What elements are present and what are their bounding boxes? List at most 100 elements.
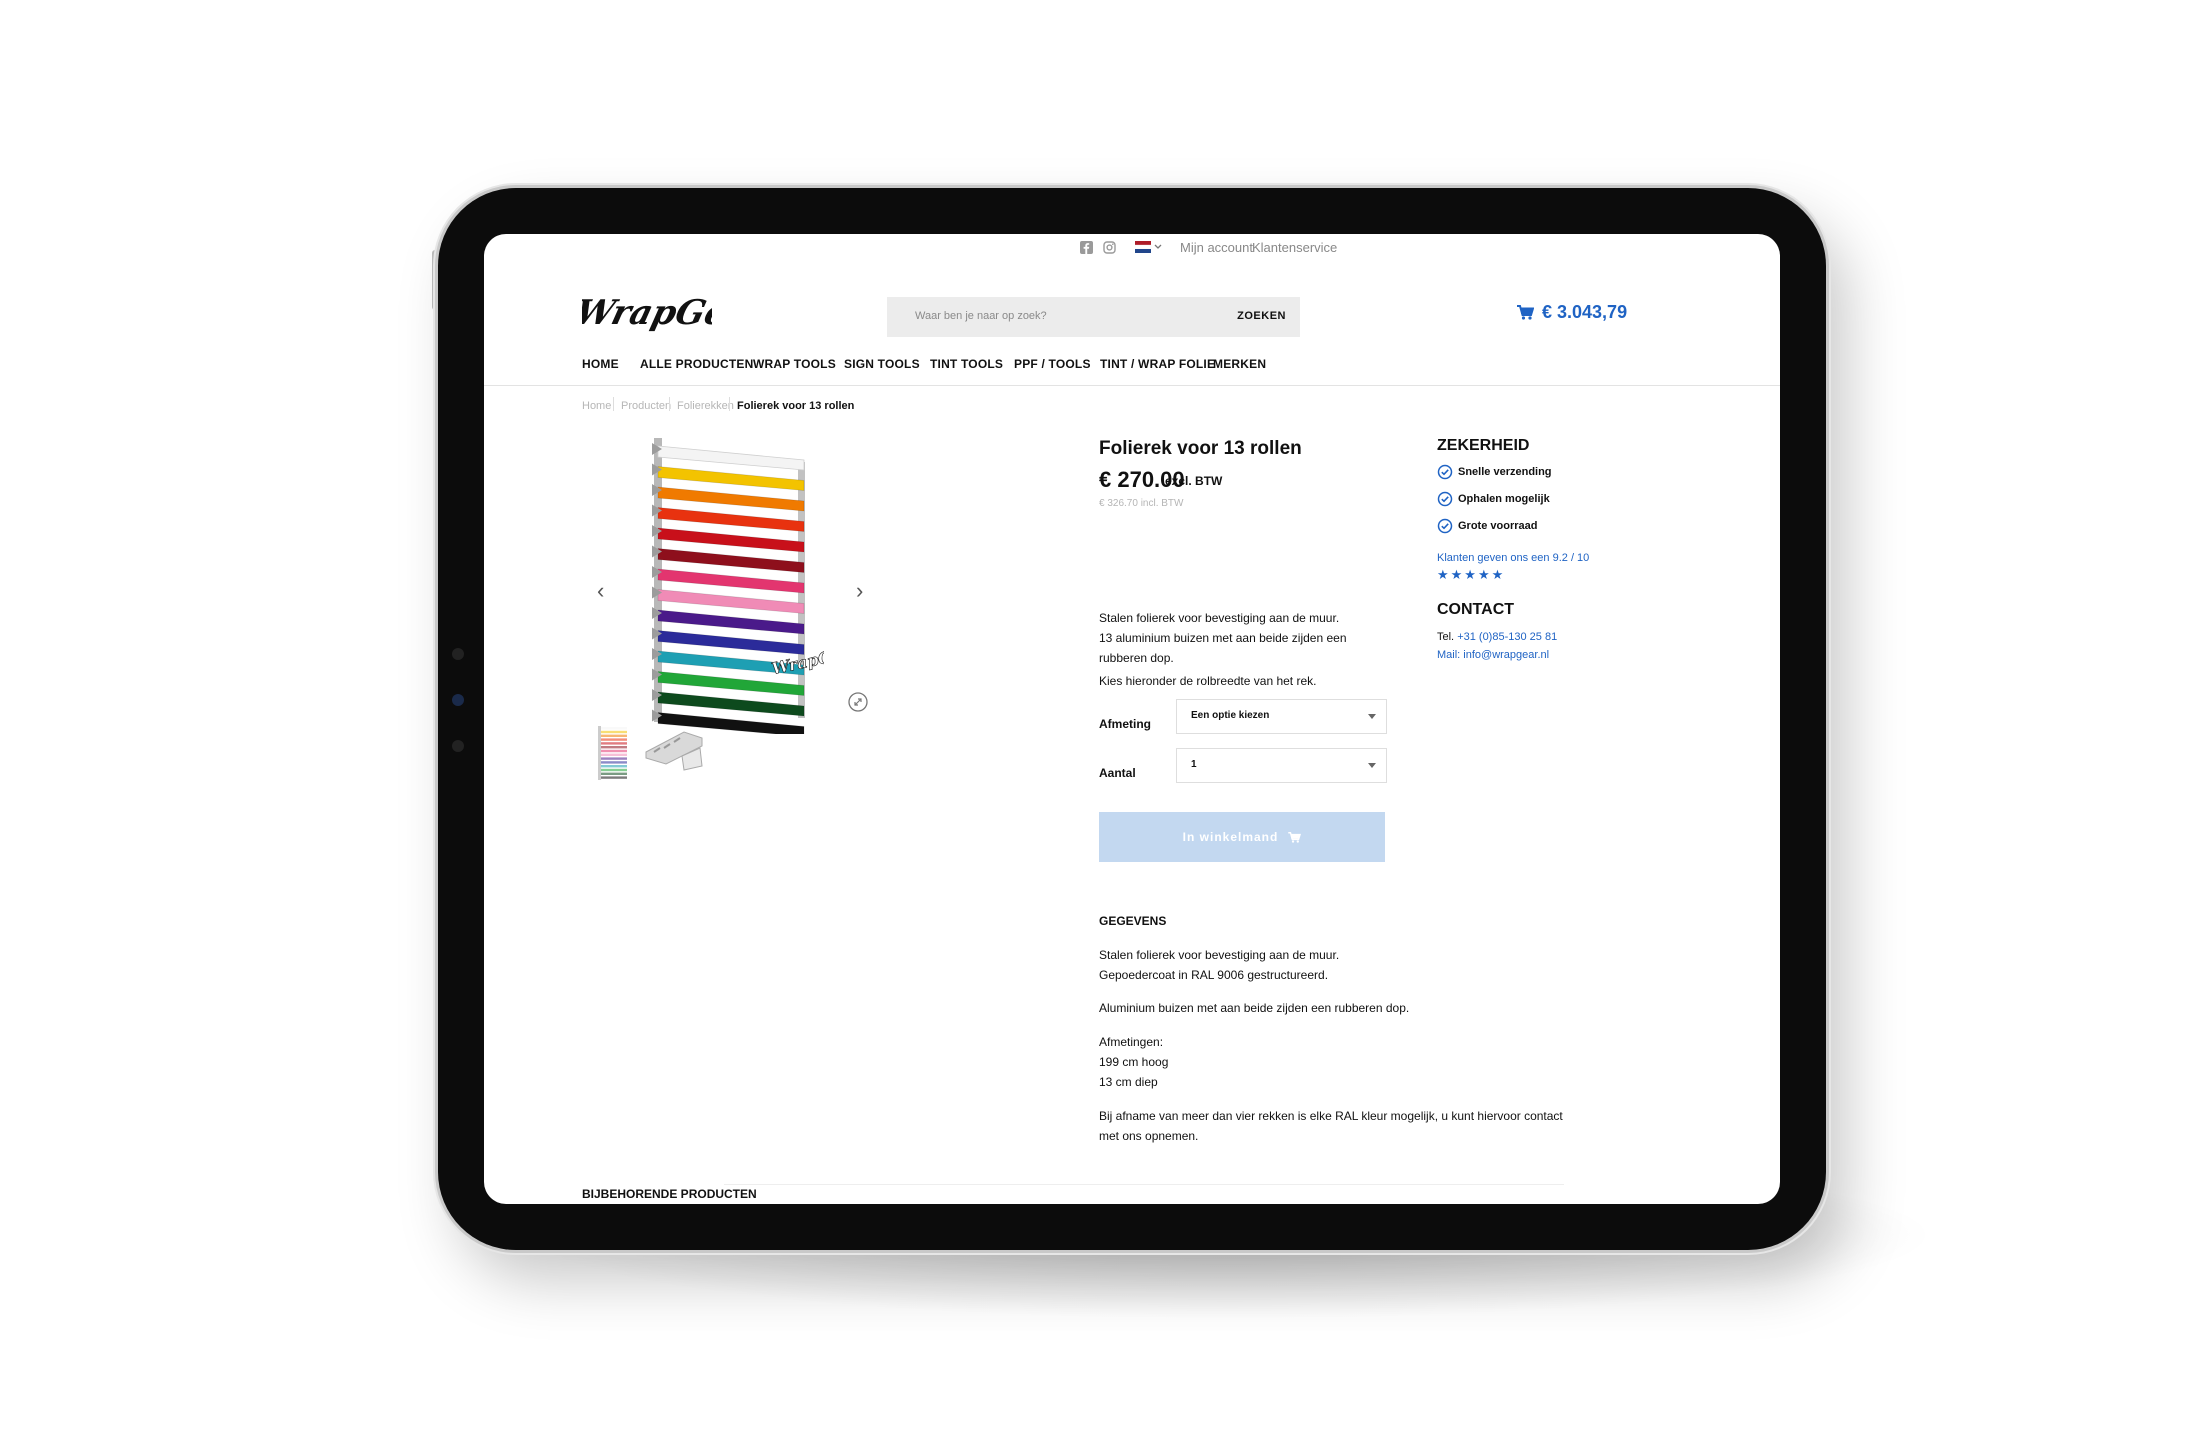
tablet-frame: Mijn account Klantenservice WrapGear Waa… [438, 188, 1826, 1250]
gallery-prev-icon[interactable]: ‹ [597, 578, 604, 604]
nav-sign-tools[interactable]: SIGN TOOLS [844, 357, 920, 371]
chevron-down-icon [1368, 763, 1376, 768]
usp-item: Grote voorraad [1458, 520, 1538, 532]
gallery-next-icon[interactable]: › [856, 578, 863, 604]
breadcrumb-folierekken[interactable]: Folierekken [677, 400, 734, 412]
choose-text: Kies hieronder de rolbreedte van het rek… [1099, 674, 1317, 688]
nav-wrap-tools[interactable]: WRAP TOOLS [753, 357, 836, 371]
thumbnail-roll [601, 734, 627, 737]
breadcrumb-producten[interactable]: Producten [621, 400, 671, 412]
thumbnail-roll [601, 730, 627, 734]
details-line: Gepoedercoat in RAL 9006 gestructureerd. [1099, 968, 1329, 982]
cart-total[interactable]: € 3.043,79 [1542, 302, 1627, 323]
contact-phone: Tel. +31 (0)85-130 25 81 [1437, 631, 1557, 643]
check-circle-icon [1437, 518, 1453, 534]
description-line: 13 aluminium buizen met aan beide zijden… [1099, 631, 1347, 645]
my-account-link[interactable]: Mijn account [1180, 240, 1253, 255]
foil-roll [657, 527, 805, 553]
breadcrumb-home[interactable]: Home [582, 400, 611, 412]
check-circle-icon [1437, 491, 1453, 507]
contact-title: CONTACT [1437, 601, 1515, 618]
foil-roll [657, 609, 805, 635]
search-input[interactable]: Waar ben je naar op zoek? [915, 310, 1047, 322]
thumbnail-roll [601, 776, 627, 779]
product-description: Stalen folierek voor bevestiging aan de … [1099, 608, 1347, 668]
sensor [452, 694, 464, 706]
breadcrumb-separator [729, 397, 730, 411]
quantity-select-value: 1 [1191, 759, 1197, 770]
foil-roll [657, 589, 805, 614]
phone-link[interactable]: +31 (0)85-130 25 81 [1457, 631, 1557, 643]
details-paragraph: Bij afname van meer dan vier rekken is e… [1099, 1106, 1563, 1146]
thumbnail-bracket[interactable] [644, 726, 704, 777]
add-to-cart-button[interactable]: In winkelmand [1099, 812, 1385, 862]
rating-stars-icon: ★★★★★ [1437, 567, 1506, 582]
foil-roll [657, 691, 805, 717]
rating-text[interactable]: Klanten geven ons een 9.2 / 10 [1437, 552, 1589, 564]
nav-tint-wrap-folie[interactable]: TINT / WRAP FOLIE [1100, 357, 1215, 371]
mail-link[interactable]: info@wrapgear.nl [1463, 649, 1549, 661]
mail-label: Mail: [1437, 649, 1461, 661]
thumbnail-roll [601, 761, 627, 764]
foil-roll [657, 568, 805, 594]
phone-label: Tel. [1437, 631, 1455, 643]
thumbnail-roll [601, 768, 627, 772]
thumbnail-roll [601, 765, 627, 768]
language-flag-nl-icon[interactable] [1135, 240, 1163, 254]
cart-icon [1288, 831, 1302, 843]
customer-service-link[interactable]: Klantenservice [1252, 240, 1337, 255]
nav-alle-producten[interactable]: ALLE PRODUCTEN [640, 357, 753, 371]
breadcrumb-separator [613, 397, 614, 411]
details-line: Afmetingen: [1099, 1035, 1164, 1049]
header-divider [484, 385, 1780, 386]
search-bar[interactable]: Waar ben je naar op zoek? ZOEKEN [887, 297, 1300, 337]
thumbnail-roll [601, 742, 627, 745]
foil-roll [657, 507, 805, 532]
quantity-label: Aantal [1099, 766, 1136, 780]
quantity-select[interactable]: 1 [1176, 748, 1387, 783]
size-select-value: Een optie kiezen [1191, 710, 1270, 721]
nav-ppf-tools[interactable]: PPF / TOOLS [1014, 357, 1091, 371]
zekerheid-title: ZEKERHEID [1437, 437, 1530, 454]
facebook-icon[interactable] [1079, 240, 1093, 254]
nav-tint-tools[interactable]: TINT TOOLS [930, 357, 1003, 371]
related-products-title: BIJBEHORENDE PRODUCTEN [582, 1187, 757, 1201]
price-incl-vat: € 326.70 incl. BTW [1099, 498, 1184, 509]
foil-roll [657, 548, 805, 573]
instagram-icon[interactable] [1102, 240, 1116, 254]
details-paragraph: Aluminium buizen met aan beide zijden ee… [1099, 1001, 1410, 1015]
price-suffix: excl. BTW [1165, 474, 1223, 488]
check-circle-icon [1437, 464, 1453, 480]
details-title: GEGEVENS [1099, 914, 1167, 928]
zoom-icon[interactable] [848, 692, 868, 712]
nav-home[interactable]: HOME [582, 357, 619, 371]
thumbnail-roll [601, 753, 627, 756]
foil-roll [657, 466, 805, 491]
thumbnail-roll [601, 727, 627, 730]
screen: Mijn account Klantenservice WrapGear Waa… [484, 234, 1780, 1204]
nav-merken[interactable]: MERKEN [1213, 357, 1266, 371]
description-line: Stalen folierek voor bevestiging aan de … [1099, 611, 1340, 625]
product-image[interactable]: WrapGear [644, 434, 864, 739]
thumbnail-rack[interactable] [596, 724, 630, 787]
details-line: 13 cm diep [1099, 1075, 1158, 1089]
logo-text: WrapGear [582, 293, 712, 332]
cart-icon[interactable] [1516, 304, 1534, 320]
foil-roll [657, 445, 805, 471]
wrapgear-logo[interactable]: WrapGear [571, 280, 775, 343]
thumbnail-roll [601, 757, 627, 760]
foil-roll [657, 630, 805, 655]
search-button[interactable]: ZOEKEN [1237, 310, 1286, 322]
sensor [452, 740, 464, 752]
description-line: rubberen dop. [1099, 651, 1174, 665]
usp-item: Ophalen mogelijk [1458, 493, 1550, 505]
breadcrumb-current: Folierek voor 13 rollen [737, 400, 855, 412]
add-to-cart-label: In winkelmand [1182, 830, 1279, 844]
foil-roll [657, 486, 805, 512]
camera [452, 648, 464, 660]
size-select[interactable]: Een optie kiezen [1176, 699, 1387, 734]
size-label: Afmeting [1099, 717, 1151, 731]
thumbnail-roll [601, 772, 627, 775]
details-line: met ons opnemen. [1099, 1129, 1199, 1143]
details-paragraph: Stalen folierek voor bevestiging aan de … [1099, 945, 1339, 985]
